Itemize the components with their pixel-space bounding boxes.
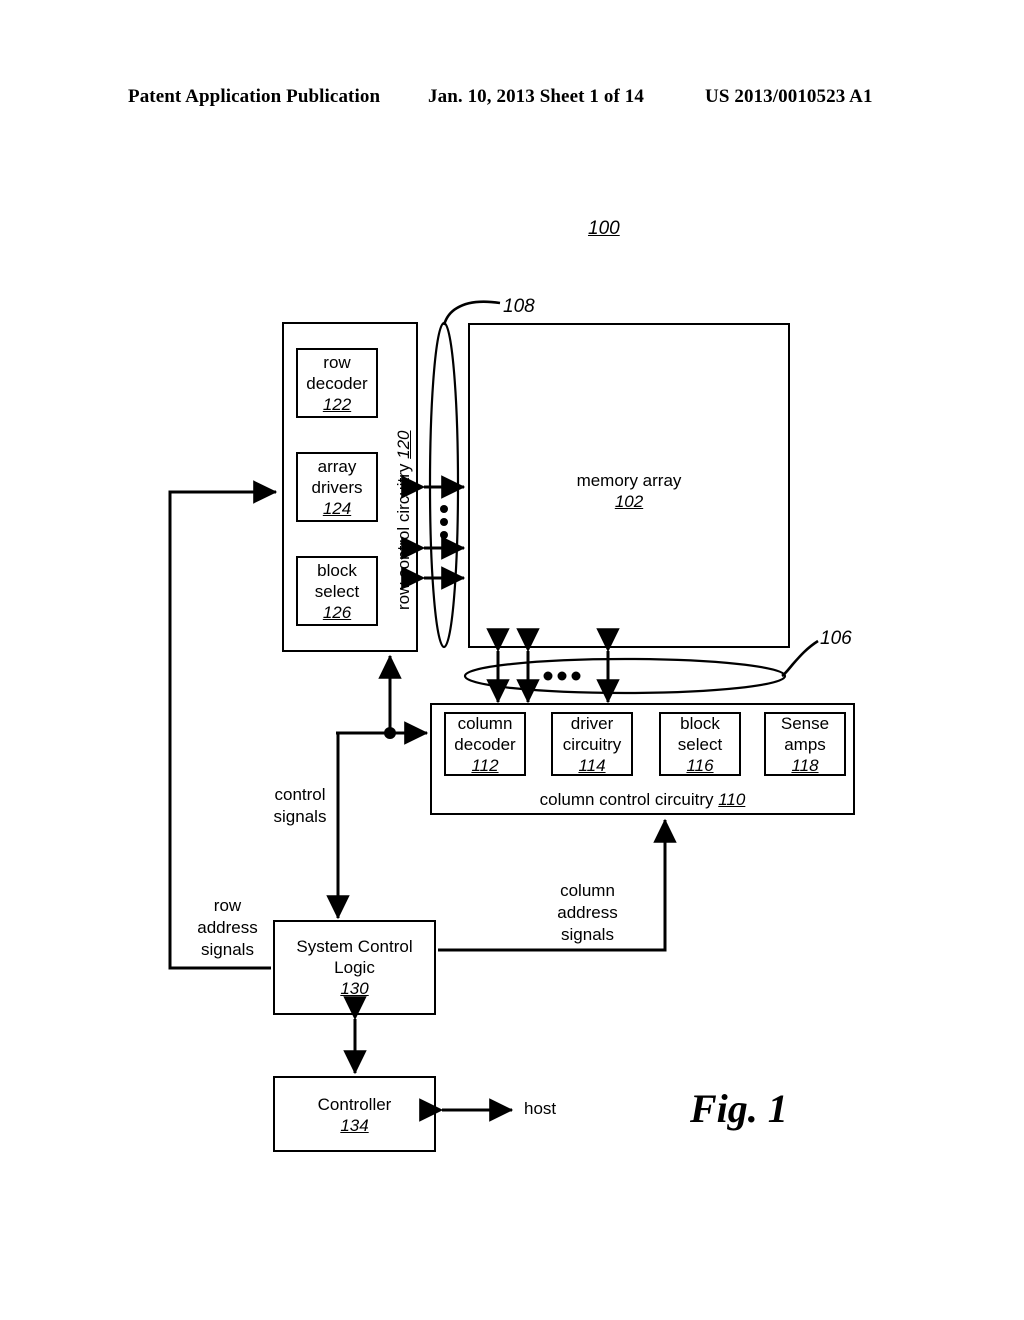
memory-array-ref: 102 <box>614 492 644 511</box>
row-decoder-line1: row <box>323 352 351 372</box>
column-bus-ellipse-106 <box>463 657 787 695</box>
control-signals-line1: control <box>274 785 326 804</box>
row-bus-ellipse-108 <box>428 321 460 649</box>
controller-label: Controller <box>317 1095 392 1114</box>
sense-amps-unit: Sense amps 118 <box>764 712 846 776</box>
row-address-line3: signals <box>201 940 254 959</box>
driver-circuitry-line1: driver <box>570 713 614 733</box>
system-control-logic-ref: 130 <box>340 979 369 998</box>
sense-amps-line1: Sense <box>780 713 830 733</box>
block-select-column-line2: select <box>677 734 723 754</box>
memory-array-label-group: memory array 102 <box>468 470 790 512</box>
control-signals-line2: signals <box>273 807 327 826</box>
row-bus-leader-line <box>442 300 501 326</box>
column-control-circuitry-ref: 110 <box>718 790 746 809</box>
block-select-column-unit: block select 116 <box>659 712 741 776</box>
header-date-sheet: Jan. 10, 2013 Sheet 1 of 14 <box>428 86 644 107</box>
sense-amps-ref: 118 <box>791 755 819 775</box>
row-decoder-ref: 122 <box>322 394 352 414</box>
row-control-circuitry-ref: 120 <box>394 430 413 459</box>
column-bus-ref-106: 106 <box>820 628 852 649</box>
controller-label-group: Controller 134 <box>273 1094 436 1136</box>
control-signals-junction-dot <box>384 727 396 739</box>
sense-amps-line2: amps <box>784 734 826 754</box>
column-control-circuitry-label: column control circuitry <box>539 790 719 809</box>
system-control-logic-line1: System Control <box>296 937 413 956</box>
column-address-line2: address <box>557 903 618 922</box>
row-bus-ref-108: 108 <box>503 296 535 317</box>
column-decoder-ref: 112 <box>471 755 499 775</box>
array-drivers-ref: 124 <box>322 498 352 518</box>
column-bus-dot-1 <box>543 671 553 681</box>
patent-figure-page: Patent Application Publication Jan. 10, … <box>0 0 1024 1320</box>
figure-caption: Fig. 1 <box>690 1086 788 1131</box>
column-address-line1: column <box>560 881 615 900</box>
row-address-signals-label: row address signals <box>180 895 275 961</box>
block-select-column-ref: 116 <box>686 755 714 775</box>
block-select-row-ref: 126 <box>322 602 352 622</box>
column-control-circuitry-label-group: column control circuitry 110 <box>430 789 855 810</box>
driver-circuitry-unit: driver circuitry 114 <box>551 712 633 776</box>
column-decoder-line1: column <box>457 713 513 733</box>
system-reference-100: 100 <box>588 218 620 239</box>
column-decoder-unit: column decoder 112 <box>444 712 526 776</box>
array-drivers-unit: array drivers 124 <box>296 452 378 522</box>
column-bus-dot-2 <box>557 671 567 681</box>
block-select-row-line2: select <box>314 581 360 601</box>
row-control-circuitry-label: row control circuitry <box>394 458 413 610</box>
row-address-line2: address <box>197 918 258 937</box>
host-label: host <box>524 1099 557 1118</box>
driver-circuitry-line2: circuitry <box>562 734 622 754</box>
row-address-line1: row <box>213 896 242 915</box>
column-bus-dot-3 <box>571 671 581 681</box>
column-address-signals-label: column address signals <box>540 880 635 946</box>
block-select-column-line1: block <box>680 713 720 733</box>
column-decoder-line2: decoder <box>454 734 516 754</box>
array-drivers-line2: drivers <box>311 477 363 497</box>
driver-circuitry-ref: 114 <box>578 755 606 775</box>
row-control-circuitry-label-group: row control circuitry 120 <box>394 430 414 610</box>
controller-ref: 134 <box>340 1116 369 1135</box>
system-control-logic-line2: Logic <box>334 958 375 977</box>
block-select-row-unit: block select 126 <box>296 556 378 626</box>
row-bus-dot-2 <box>440 518 448 526</box>
column-address-line3: signals <box>561 925 614 944</box>
control-signals-label: control signals <box>258 784 342 828</box>
header-patent-number: US 2013/0010523 A1 <box>705 86 873 107</box>
header-publication: Patent Application Publication <box>128 86 381 107</box>
memory-array-label: memory array <box>576 471 682 490</box>
row-decoder-line2: decoder <box>306 373 368 393</box>
figure-connections-overlay <box>168 300 819 1122</box>
row-bus-dot-1 <box>440 505 448 513</box>
row-bus-dot-3 <box>440 531 448 539</box>
array-drivers-line1: array <box>317 456 357 476</box>
block-select-row-line1: block <box>317 560 357 580</box>
row-decoder-unit: row decoder 122 <box>296 348 378 418</box>
system-control-logic-label-group: System Control Logic 130 <box>273 936 436 999</box>
